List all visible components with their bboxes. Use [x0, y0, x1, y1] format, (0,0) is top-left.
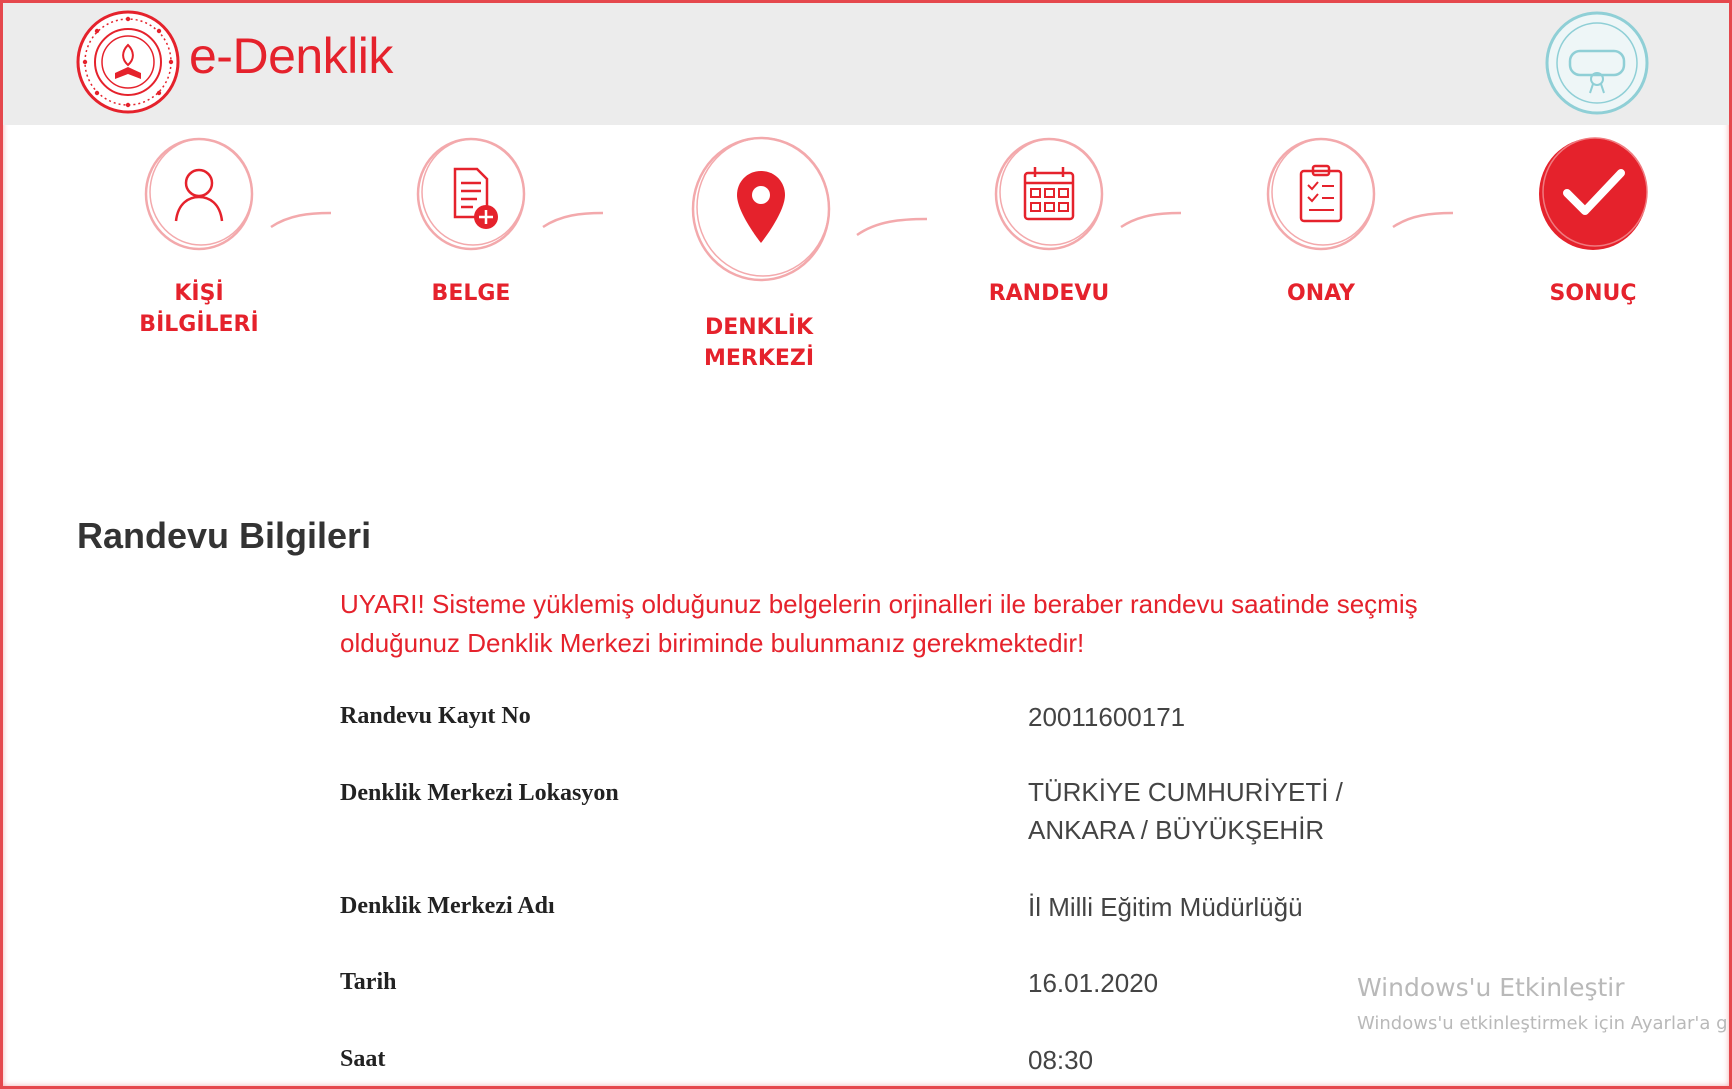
diploma-seal-icon: [1545, 11, 1649, 115]
calendar-icon: [994, 137, 1104, 251]
detail-value-tarih: 16.01.2020: [1028, 968, 1159, 998]
clipboard-icon: [1266, 137, 1376, 251]
ministry-emblem-icon[interactable]: [75, 7, 181, 117]
step-label-onay: ONAY: [1287, 281, 1355, 306]
step-label-denklik-merkezi: DENKLİK MERKEZİ: [703, 315, 815, 371]
detail-value-merkez-adi: İl Milli Eğitim Müdürlüğü: [1028, 892, 1303, 922]
document-add-icon: [416, 137, 526, 251]
step-label-belge: BELGE: [431, 281, 511, 306]
step-arrow-icon: [270, 211, 332, 229]
step-arrow-icon: [542, 211, 604, 229]
user-icon: [144, 137, 254, 251]
detail-label-kayit-no: Randevu Kayıt No: [340, 703, 531, 729]
detail-label-lokasyon: Denklik Merkezi Lokasyon: [340, 780, 619, 806]
step-label-sonuc: SONUÇ: [1549, 281, 1637, 306]
step-arrow-icon: [1120, 211, 1182, 229]
section-title: Randevu Bilgileri: [77, 515, 372, 556]
windows-activation-subtitle[interactable]: Windows'u etkinleştirmek için Ayarlar'a …: [1357, 1013, 1729, 1034]
detail-label-tarih: Tarih: [340, 969, 397, 995]
detail-value-lokasyon: TÜRKİYE CUMHURİYETİ / ANKARA / BÜYÜKŞEHİ…: [1028, 777, 1343, 845]
detail-label-merkez-adi: Denklik Merkezi Adı: [340, 893, 555, 919]
location-pin-icon: [691, 136, 831, 282]
header-bar: e-Denklik: [3, 3, 1729, 125]
brand-title: e-Denklik: [189, 28, 393, 84]
checkmark-icon: [1539, 137, 1648, 250]
detail-value-kayit-no: 20011600171: [1028, 702, 1186, 732]
warning-message: UYARI! Sisteme yüklemiş olduğunuz belgel…: [340, 589, 1418, 658]
detail-label-saat: Saat: [340, 1046, 386, 1072]
step-label-randevu: RANDEVU: [988, 281, 1110, 306]
page-frame: e-Denklik KİŞİ BİLGİLERİ BELGE DENKLİK M…: [0, 0, 1732, 1089]
windows-activation-title: Windows'u Etkinleştir: [1357, 973, 1625, 1002]
detail-value-saat: 08:30: [1028, 1045, 1094, 1075]
step-arrow-icon: [1392, 211, 1454, 229]
step-label-kisi-bilgileri: KİŞİ BİLGİLERİ: [139, 281, 259, 337]
step-arrow-icon: [856, 217, 928, 237]
